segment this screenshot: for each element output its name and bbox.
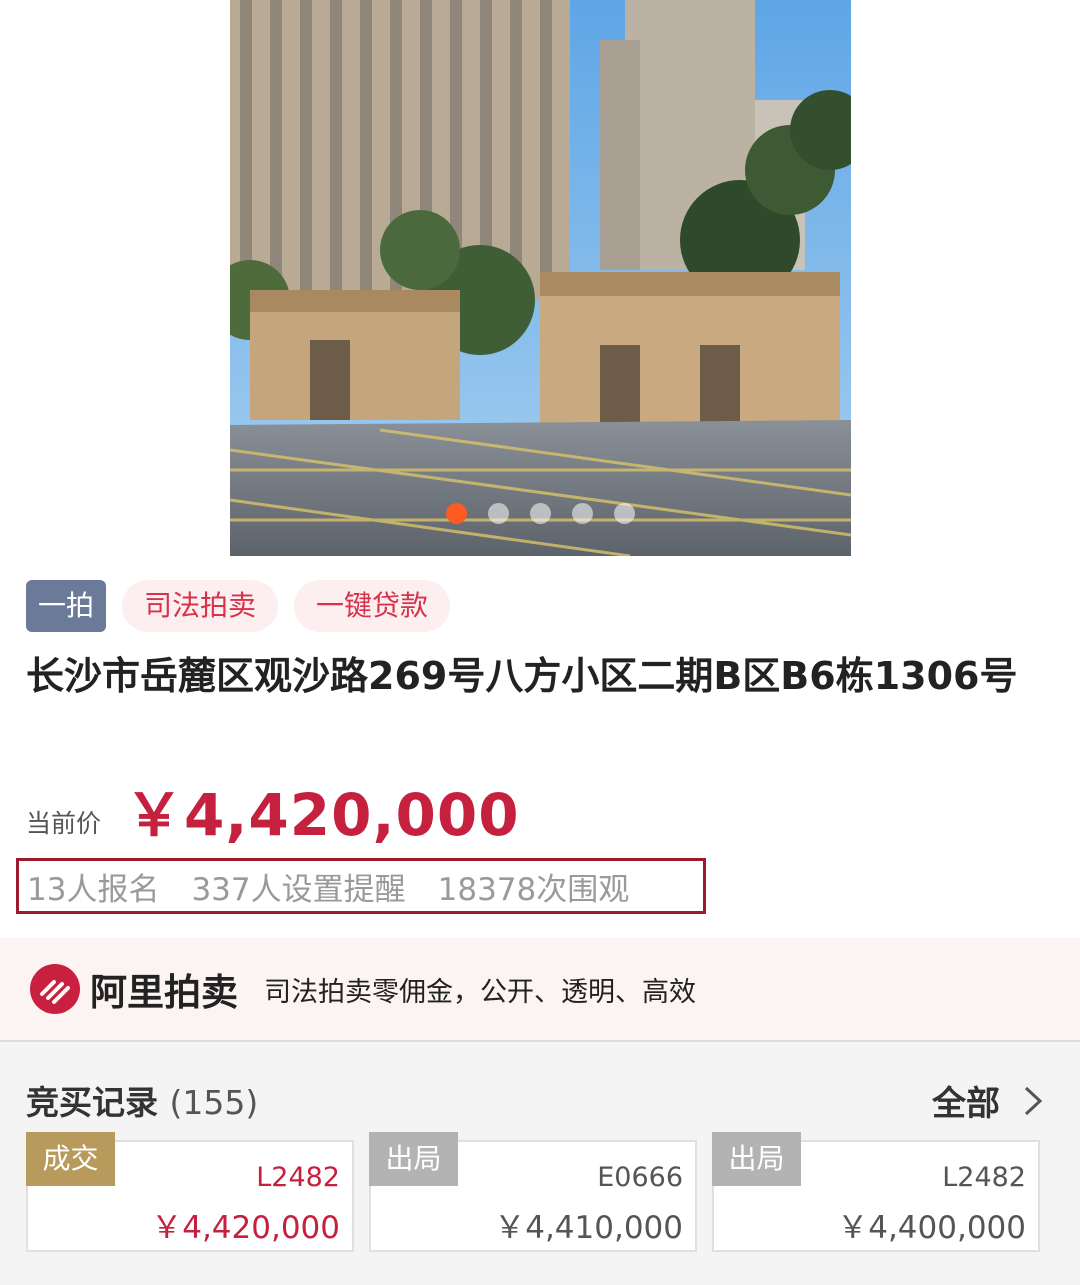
bid-records-count: (155): [169, 1083, 259, 1122]
ali-auction-logo-icon: [30, 964, 80, 1014]
ali-auction-banner[interactable]: 阿里拍卖 司法拍卖零佣金，公开、透明、高效: [0, 938, 1080, 1040]
auction-stats: 13人报名 337人设置提醒 18378次围观: [16, 858, 706, 914]
bid-card[interactable]: 成交 L2482 ￥4,420,000: [26, 1132, 354, 1252]
reminder-count: 337人设置提醒: [191, 871, 406, 908]
view-all-label: 全部: [932, 1084, 1000, 1124]
banner-brand: 阿里拍卖: [90, 971, 238, 1014]
auction-detail-page: 一拍 司法拍卖 一键贷款 长沙市岳麓区观沙路269号八方小区二期B区B6栋130…: [0, 0, 1080, 1285]
price-value: ￥4,420,000: [125, 781, 520, 849]
carousel-dot[interactable]: [530, 503, 551, 524]
banner-slogan: 司法拍卖零佣金，公开、透明、高效: [264, 976, 696, 1008]
chevron-right-icon: [1024, 1086, 1043, 1115]
bid-card[interactable]: 出局 L2482 ￥4,400,000: [712, 1132, 1040, 1252]
price-label: 当前价: [26, 809, 102, 838]
tag-first-auction: 一拍: [26, 580, 107, 632]
bid-records-section: 竞买记录 (155) 全部 成交 L2482 ￥4,420,000 出局 E06…: [0, 1042, 1080, 1285]
property-title: 长沙市岳麓区观沙路269号八方小区二期B区B6栋1306号: [26, 654, 1018, 698]
carousel-dot[interactable]: [446, 503, 467, 524]
bid-price: ￥4,410,000: [494, 1210, 683, 1246]
carousel-indicator: [230, 503, 851, 524]
property-photo: [230, 0, 851, 556]
carousel-dot[interactable]: [572, 503, 593, 524]
view-all-button[interactable]: 全部: [932, 1076, 1044, 1125]
bid-status-badge: 成交: [26, 1132, 115, 1186]
bid-records-label: 竞买记录: [26, 1083, 158, 1122]
bid-price: ￥4,420,000: [151, 1210, 340, 1246]
tag-one-click-loan[interactable]: 一键贷款: [294, 580, 451, 632]
auction-tags: 一拍 司法拍卖 一键贷款: [26, 580, 451, 632]
carousel-dot[interactable]: [614, 503, 635, 524]
bid-records-title: 竞买记录 (155): [26, 1076, 258, 1124]
current-price: 当前价 ￥4,420,000: [26, 772, 520, 852]
bid-status-badge: 出局: [369, 1132, 458, 1186]
bid-status-badge: 出局: [712, 1132, 801, 1186]
bidder-code: E0666: [597, 1162, 683, 1193]
tag-judicial-auction: 司法拍卖: [122, 580, 279, 632]
photo-carousel[interactable]: [230, 0, 851, 556]
bidder-code: L2482: [256, 1162, 340, 1193]
bidder-code: L2482: [942, 1162, 1026, 1193]
signup-count: 13人报名: [27, 871, 160, 908]
bid-price: ￥4,400,000: [837, 1210, 1026, 1246]
view-count: 18378次围观: [437, 871, 630, 908]
bid-cards: 成交 L2482 ￥4,420,000 出局 E0666 ￥4,410,000 …: [26, 1132, 1040, 1252]
carousel-dot[interactable]: [488, 503, 509, 524]
bid-card[interactable]: 出局 E0666 ￥4,410,000: [369, 1132, 697, 1252]
